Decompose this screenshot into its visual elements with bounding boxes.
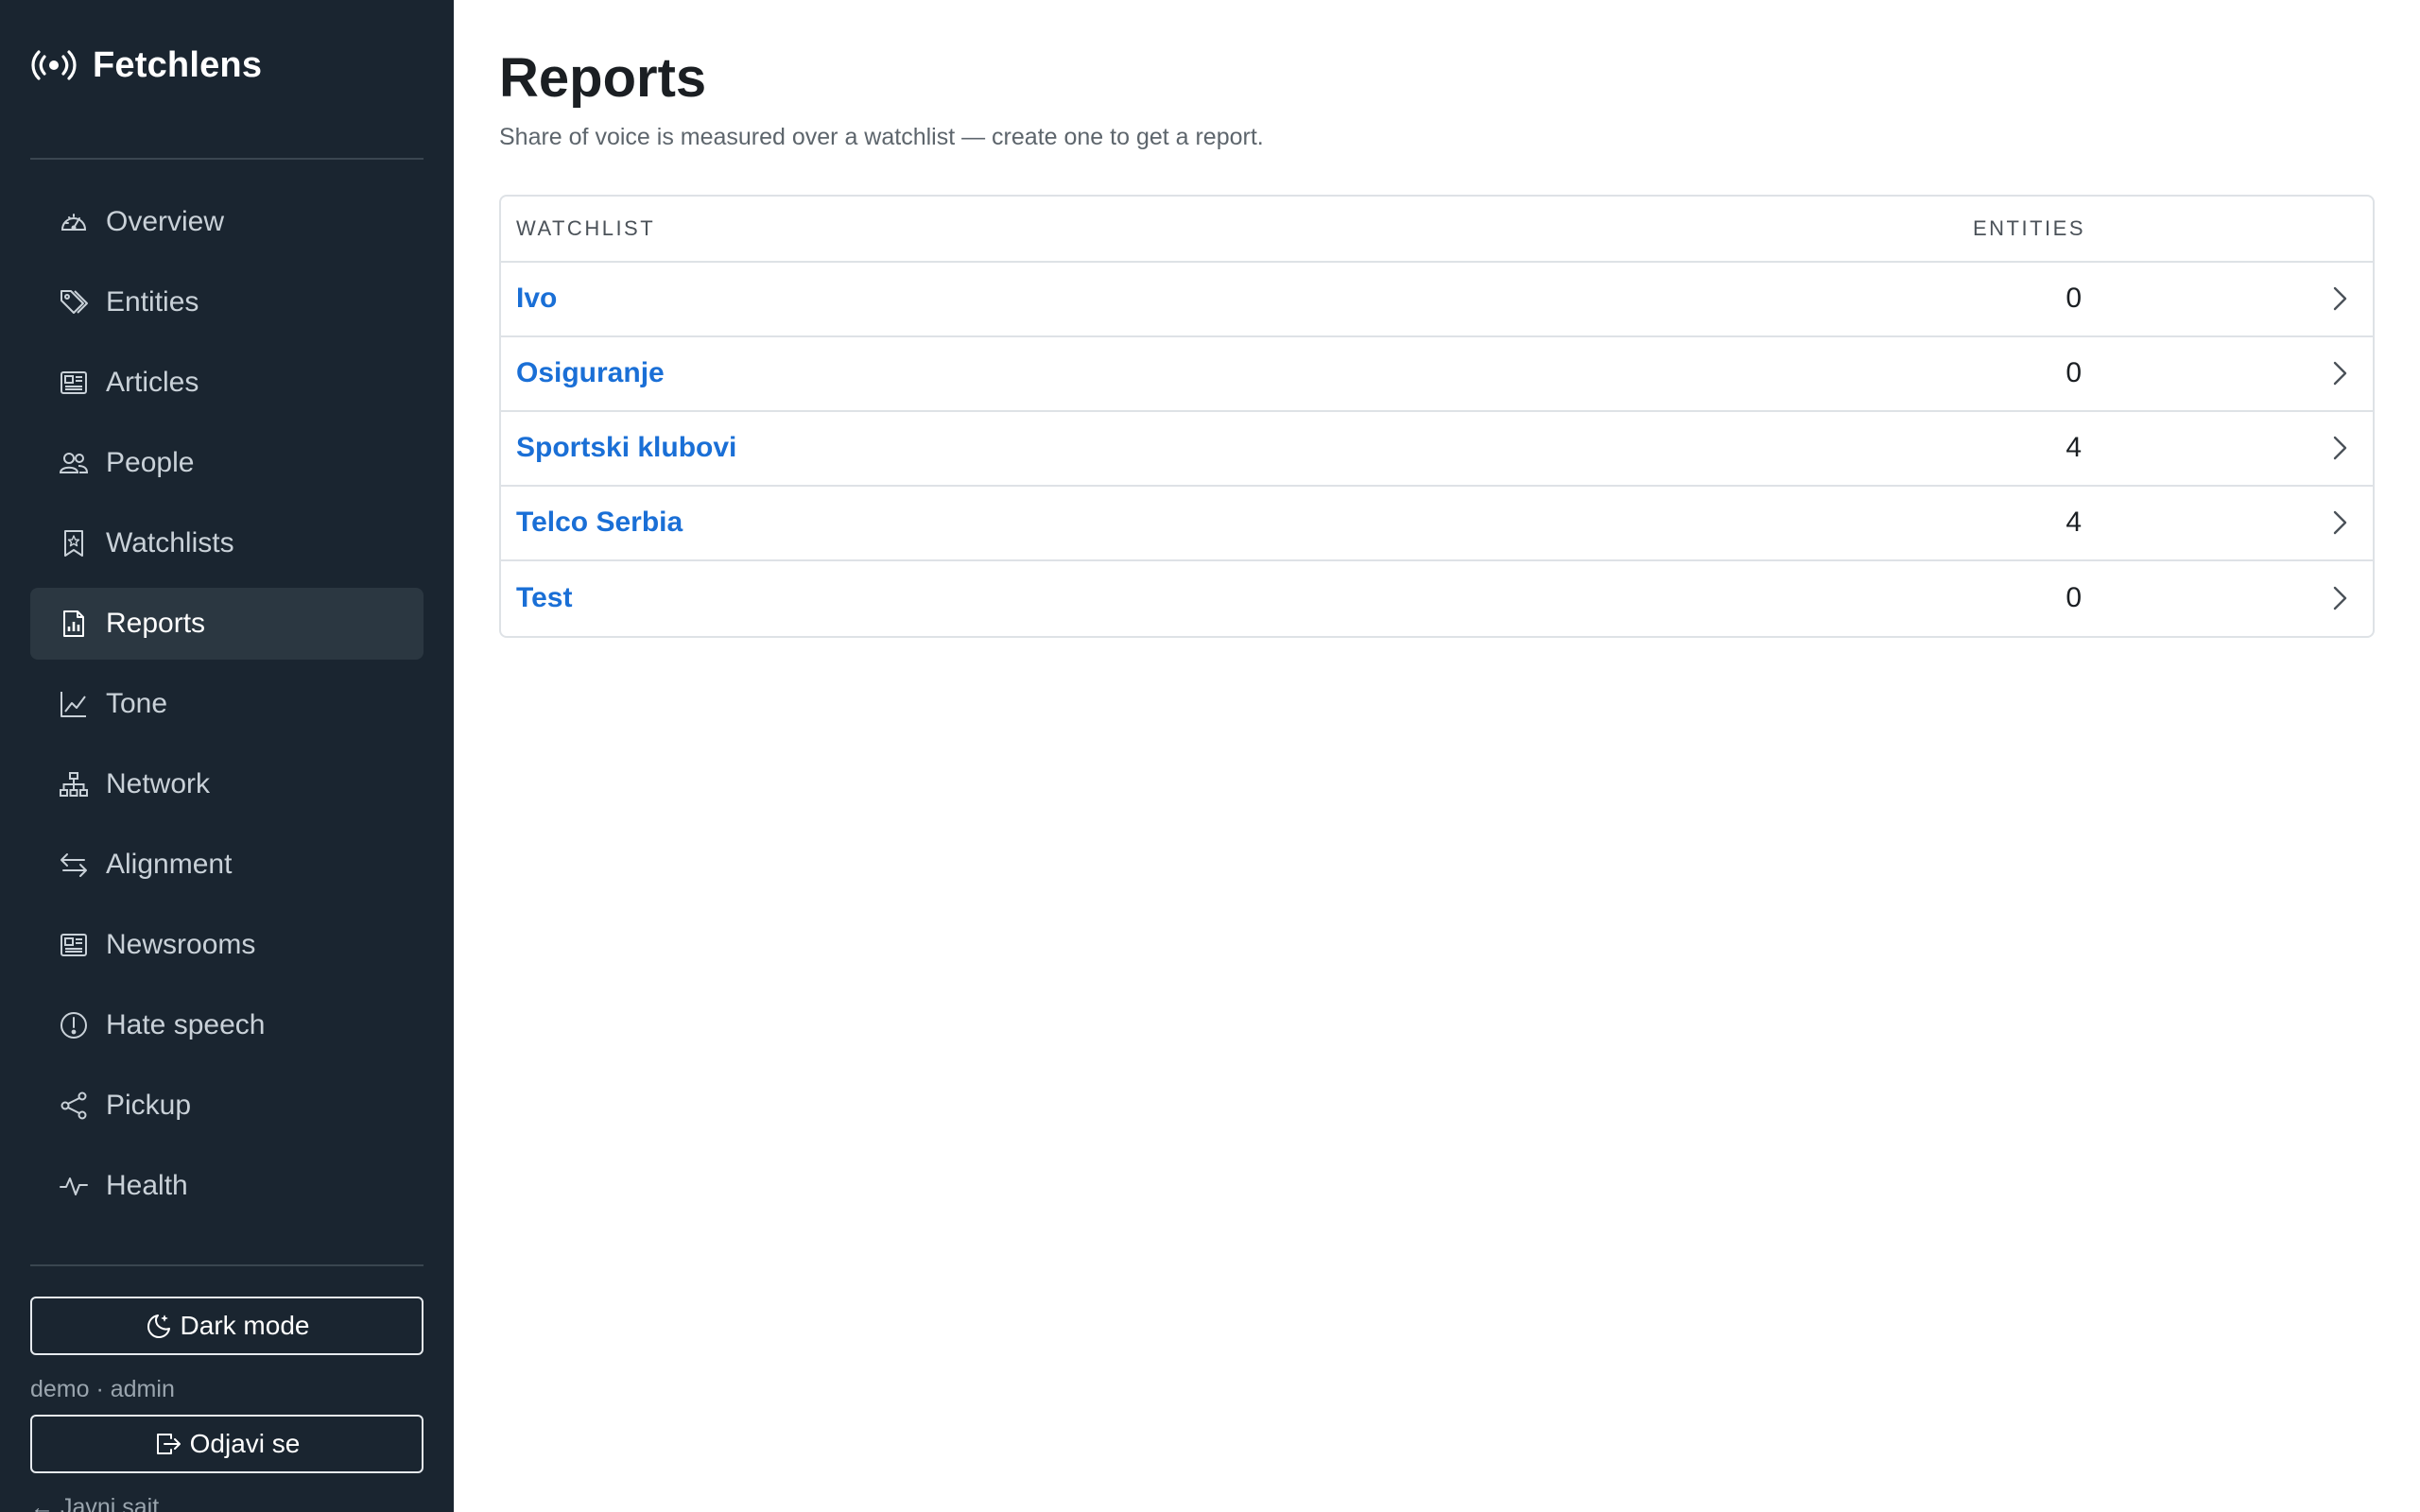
sidebar-item-people[interactable]: People <box>30 427 424 499</box>
brand[interactable]: Fetchlens <box>30 0 424 130</box>
table-row[interactable]: Sportski klubovi 4 <box>501 412 2373 487</box>
activity-icon <box>59 1171 89 1201</box>
logout-label: Odjavi se <box>189 1429 301 1458</box>
sidebar-item-label: Watchlists <box>106 527 234 558</box>
box-arrow-right-icon <box>156 1434 181 1454</box>
sidebar-item-hate-speech[interactable]: Hate speech <box>30 989 424 1061</box>
sidebar-item-label: Health <box>106 1170 188 1201</box>
sidebar-item-watchlists[interactable]: Watchlists <box>30 507 424 579</box>
logout-button[interactable]: Odjavi se <box>30 1415 424 1473</box>
sidebar-item-tone[interactable]: Tone <box>30 668 424 740</box>
dark-mode-button[interactable]: Dark mode <box>30 1297 424 1355</box>
chevron-right-icon[interactable] <box>2327 434 2352 462</box>
sidebar-divider <box>30 1264 424 1266</box>
entities-count: 4 <box>2066 507 2082 539</box>
watchlist-name-link[interactable]: Telco Serbia <box>516 507 1707 539</box>
sidebar-item-label: Alignment <box>106 849 233 880</box>
page-subtitle: Share of voice is measured over a watchl… <box>499 123 1264 150</box>
app-name: Fetchlens <box>93 44 263 85</box>
chevron-right-icon[interactable] <box>2327 508 2352 537</box>
watchlist-table: WATCHLIST ENTITIES Ivo 0 Osiguranje 0 Sp… <box>499 194 2375 638</box>
diagram-icon <box>59 769 89 799</box>
people-icon <box>59 448 89 478</box>
entities-count: 0 <box>2066 357 2082 389</box>
watchlist-name-link[interactable]: Test <box>516 582 1707 614</box>
file-bar-chart-icon <box>59 609 89 639</box>
sidebar: Fetchlens Overview Entities Articles Peo… <box>0 0 454 1512</box>
sidebar-item-pickup[interactable]: Pickup <box>30 1070 424 1142</box>
sidebar-item-label: Entities <box>106 286 199 318</box>
table-row[interactable]: Osiguranje 0 <box>501 337 2373 412</box>
line-graph-icon <box>59 689 89 719</box>
share-icon <box>59 1091 89 1121</box>
user-info: demo · admin <box>30 1376 175 1402</box>
sidebar-item-health[interactable]: Health <box>30 1150 424 1222</box>
newspaper-icon <box>59 930 89 960</box>
page-title: Reports <box>499 47 707 109</box>
arrow-left-right-icon <box>59 850 89 880</box>
sidebar-item-label: Hate speech <box>106 1009 266 1040</box>
sidebar-item-label: Articles <box>106 367 199 398</box>
entities-count: 0 <box>2066 582 2082 614</box>
broadcast-icon <box>31 50 77 80</box>
sidebar-item-label: Overview <box>106 206 225 237</box>
sidebar-item-entities[interactable]: Entities <box>30 266 424 338</box>
chevron-right-icon[interactable] <box>2327 359 2352 387</box>
main-content: Reports Share of voice is measured over … <box>454 0 2420 1512</box>
chevron-right-icon[interactable] <box>2327 284 2352 313</box>
exclamation-circle-icon <box>59 1010 89 1040</box>
watchlist-name-link[interactable]: Osiguranje <box>516 357 1707 389</box>
newspaper-icon <box>59 368 89 398</box>
column-header-entities: ENTITIES <box>1972 215 2085 240</box>
moon-stars-icon <box>147 1314 170 1338</box>
tags-icon <box>59 287 89 318</box>
sidebar-item-label: People <box>106 447 195 478</box>
table-row[interactable]: Test 0 <box>501 561 2373 636</box>
speedometer-icon <box>59 207 89 237</box>
bookmark-star-icon <box>59 528 89 558</box>
sidebar-item-reports[interactable]: Reports <box>30 588 424 660</box>
sidebar-item-label: Network <box>106 768 211 799</box>
watchlist-name-link[interactable]: Ivo <box>516 283 1707 315</box>
sidebar-item-alignment[interactable]: Alignment <box>30 829 424 901</box>
chevron-right-icon[interactable] <box>2327 584 2352 612</box>
entities-count: 0 <box>2066 283 2082 315</box>
public-site-link[interactable]: ← Javni sajt <box>30 1494 424 1512</box>
sidebar-item-label: Newsrooms <box>106 929 256 960</box>
table-row[interactable]: Telco Serbia 4 <box>501 487 2373 561</box>
column-header-watchlist: WATCHLIST <box>516 215 656 240</box>
sidebar-nav: Overview Entities Articles People Watchl… <box>30 186 424 1222</box>
sidebar-divider <box>30 158 424 160</box>
sidebar-item-label: Tone <box>106 688 168 719</box>
app-root: Fetchlens Overview Entities Articles Peo… <box>0 0 2420 1512</box>
dark-mode-label: Dark mode <box>180 1311 310 1340</box>
table-header: WATCHLIST ENTITIES <box>501 197 2373 263</box>
table-row[interactable]: Ivo 0 <box>501 263 2373 337</box>
sidebar-item-label: Reports <box>106 608 206 639</box>
sidebar-item-label: Pickup <box>106 1090 192 1121</box>
sidebar-item-newsrooms[interactable]: Newsrooms <box>30 909 424 981</box>
entities-count: 4 <box>2066 432 2082 464</box>
sidebar-item-articles[interactable]: Articles <box>30 347 424 419</box>
sidebar-item-network[interactable]: Network <box>30 748 424 820</box>
sidebar-item-overview[interactable]: Overview <box>30 186 424 258</box>
watchlist-name-link[interactable]: Sportski klubovi <box>516 432 1707 464</box>
